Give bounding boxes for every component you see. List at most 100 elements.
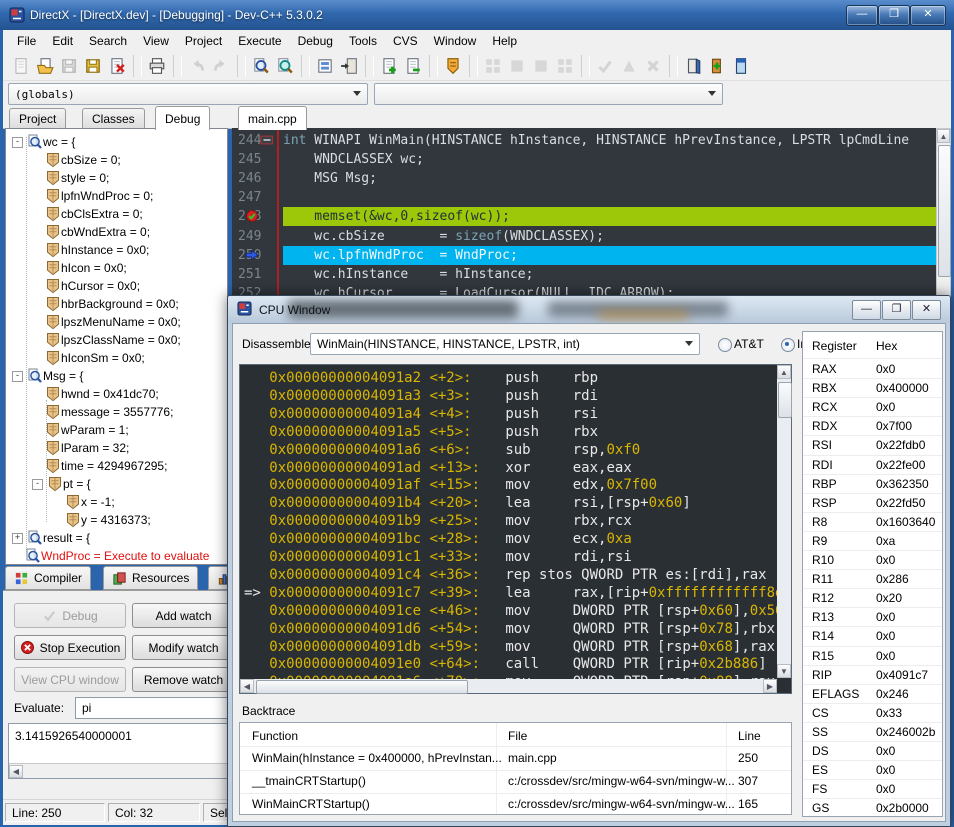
watch-item[interactable]: hwnd = 0x41dc70; xyxy=(32,385,159,403)
watch-item[interactable]: - pt = { xyxy=(32,475,91,493)
globals-combobox[interactable]: (globals) xyxy=(8,83,368,105)
debug-watch-tree[interactable]: - wc = { cbSize = 0; style = 0; lpfnWndProc … xyxy=(5,128,228,565)
remove-watch-icon[interactable] xyxy=(401,54,425,78)
watch-item[interactable]: hIcon = 0x0; xyxy=(32,259,127,277)
disasm-hscroll-thumb[interactable] xyxy=(256,680,468,694)
menu-search[interactable]: Search xyxy=(81,32,135,50)
menu-debug[interactable]: Debug xyxy=(290,32,341,50)
register-name: RCX xyxy=(812,400,838,415)
save-all-icon[interactable] xyxy=(81,54,105,78)
tab-resources[interactable]: Resources xyxy=(103,566,199,590)
watch-item[interactable]: cbWndExtra = 0; xyxy=(32,223,150,241)
members-combobox[interactable] xyxy=(374,83,723,105)
result-hscrollbar[interactable]: ◀ xyxy=(9,763,234,778)
goto-line-icon[interactable] xyxy=(313,54,337,78)
watch-item[interactable]: style = 0; xyxy=(32,169,109,187)
close-file-icon[interactable] xyxy=(105,54,129,78)
swap-editor-icon[interactable] xyxy=(337,54,361,78)
cpu-titlebar[interactable]: CPU Window — ❐ ✕ xyxy=(228,296,950,323)
watch-item[interactable]: wParam = 1; xyxy=(32,421,129,439)
tab-debug[interactable]: Debug xyxy=(155,106,211,130)
open-project-icon[interactable] xyxy=(705,54,729,78)
watch-item-text: cbSize = 0; xyxy=(61,153,121,167)
watch-item-text: lParam = 32; xyxy=(61,441,130,455)
current-line-arrow-icon[interactable] xyxy=(245,248,259,265)
tab-compiler[interactable]: Compiler xyxy=(5,566,92,590)
watch-item[interactable]: - wc = { xyxy=(12,133,75,151)
scroll-up-icon[interactable]: ▲ xyxy=(777,365,791,379)
radio-att[interactable] xyxy=(718,338,732,352)
cpu-minimize-button[interactable]: — xyxy=(852,300,881,320)
menu-file[interactable]: File xyxy=(9,32,44,50)
add-watch-icon[interactable] xyxy=(377,54,401,78)
scroll-right-icon[interactable]: ▶ xyxy=(763,679,777,693)
menu-execute[interactable]: Execute xyxy=(230,32,289,50)
collapse-icon[interactable]: - xyxy=(12,136,23,148)
menu-view[interactable]: View xyxy=(135,32,177,50)
tab-classes[interactable]: Classes xyxy=(82,108,145,129)
close-button[interactable]: ✕ xyxy=(910,5,946,26)
scroll-down-icon[interactable]: ▼ xyxy=(777,664,791,678)
remove-watch-button[interactable]: Remove watch xyxy=(132,667,235,692)
disasm-vscroll-thumb[interactable] xyxy=(778,382,792,418)
watch-item[interactable]: lpszMenuName = 0x0; xyxy=(32,313,181,331)
add-watch-button[interactable]: Add watch xyxy=(132,603,235,628)
scroll-left-icon[interactable]: ◀ xyxy=(9,765,23,778)
function-combobox[interactable]: WinMain(HINSTANCE, HINSTANCE, LPSTR, int… xyxy=(310,333,700,355)
watch-item[interactable]: cbSize = 0; xyxy=(32,151,121,169)
watch-item[interactable]: y = 4316373; xyxy=(52,511,151,529)
collapse-icon[interactable]: - xyxy=(32,478,43,490)
watch-item[interactable]: message = 3557776; xyxy=(32,403,173,421)
function-combobox-value: WinMain(HINSTANCE, HINSTANCE, LPSTR, int… xyxy=(317,337,580,351)
new-window-icon[interactable] xyxy=(729,54,753,78)
collapse-icon[interactable]: - xyxy=(12,370,23,382)
backtrace-col-line: Line xyxy=(738,729,761,743)
cpu-close-button[interactable]: ✕ xyxy=(912,300,941,320)
menu-tools[interactable]: Tools xyxy=(341,32,385,50)
minimize-button[interactable]: — xyxy=(846,5,878,26)
disassembly-view[interactable]: 0x00000000004091a2 <+2>: push rbp 0x0000… xyxy=(239,364,792,694)
disasm-hscrollbar[interactable]: ◀ ▶ xyxy=(240,679,777,694)
evaluate-result-box[interactable]: 3.1415926540000001 ◀ xyxy=(8,723,235,779)
editor-vscroll-thumb[interactable] xyxy=(938,145,951,277)
disasm-vscrollbar[interactable]: ▲ ▼ xyxy=(777,365,792,678)
print-icon[interactable] xyxy=(145,54,169,78)
menu-project[interactable]: Project xyxy=(177,32,230,50)
open-file-icon[interactable] xyxy=(33,54,57,78)
watch-item[interactable]: - Msg = { xyxy=(12,367,83,385)
expand-icon[interactable]: + xyxy=(12,532,23,544)
menu-window[interactable]: Window xyxy=(426,32,485,50)
watch-item[interactable]: cbClsExtra = 0; xyxy=(32,205,143,223)
watch-item[interactable]: hInstance = 0x0; xyxy=(32,241,149,259)
watch-item[interactable]: hCursor = 0x0; xyxy=(32,277,140,295)
evaluate-input[interactable]: pi xyxy=(75,697,235,719)
tab-project[interactable]: Project xyxy=(9,108,67,129)
menu-edit[interactable]: Edit xyxy=(44,32,81,50)
breakpoint-icon[interactable] xyxy=(245,209,259,226)
cpu-maximize-button[interactable]: ❐ xyxy=(882,300,911,320)
watch-item[interactable]: lParam = 32; xyxy=(32,439,129,457)
watch-item[interactable]: hbrBackground = 0x0; xyxy=(32,295,179,313)
stop-execution-button[interactable]: Stop Execution xyxy=(14,635,126,660)
watch-item[interactable]: WndProc = Execute to evaluate xyxy=(12,547,209,564)
watch-item[interactable]: time = 4294967295; xyxy=(32,457,167,475)
backtrace-table[interactable]: Function File Line WinMain(hInstance = 0x40… xyxy=(239,722,792,815)
watch-item[interactable]: x = -1; xyxy=(52,493,115,511)
replace-icon[interactable] xyxy=(273,54,297,78)
watch-item[interactable]: lpszClassName = 0x0; xyxy=(32,331,181,349)
debug-shield-icon[interactable] xyxy=(441,54,465,78)
menu-cvs[interactable]: CVS xyxy=(385,32,426,50)
watch-item[interactable]: hIconSm = 0x0; xyxy=(32,349,145,367)
watch-item[interactable]: lpfnWndProc = 0; xyxy=(32,187,153,205)
close-project-icon[interactable] xyxy=(681,54,705,78)
maximize-button[interactable]: ❐ xyxy=(878,5,910,26)
menu-help[interactable]: Help xyxy=(484,32,525,50)
registers-table[interactable]: Register Hex RAX 0x0 RBX 0x400000 RCX 0x0 RDX 0x7… xyxy=(802,331,943,817)
modify-watch-button[interactable]: Modify watch xyxy=(132,635,235,660)
tab-main-cpp[interactable]: main.cpp xyxy=(238,106,307,130)
watch-item[interactable]: + result = { xyxy=(12,529,90,547)
scroll-left-icon[interactable]: ◀ xyxy=(240,679,254,693)
radio-intel[interactable] xyxy=(781,338,795,352)
scroll-up-icon[interactable]: ▲ xyxy=(937,129,950,143)
find-icon[interactable] xyxy=(249,54,273,78)
